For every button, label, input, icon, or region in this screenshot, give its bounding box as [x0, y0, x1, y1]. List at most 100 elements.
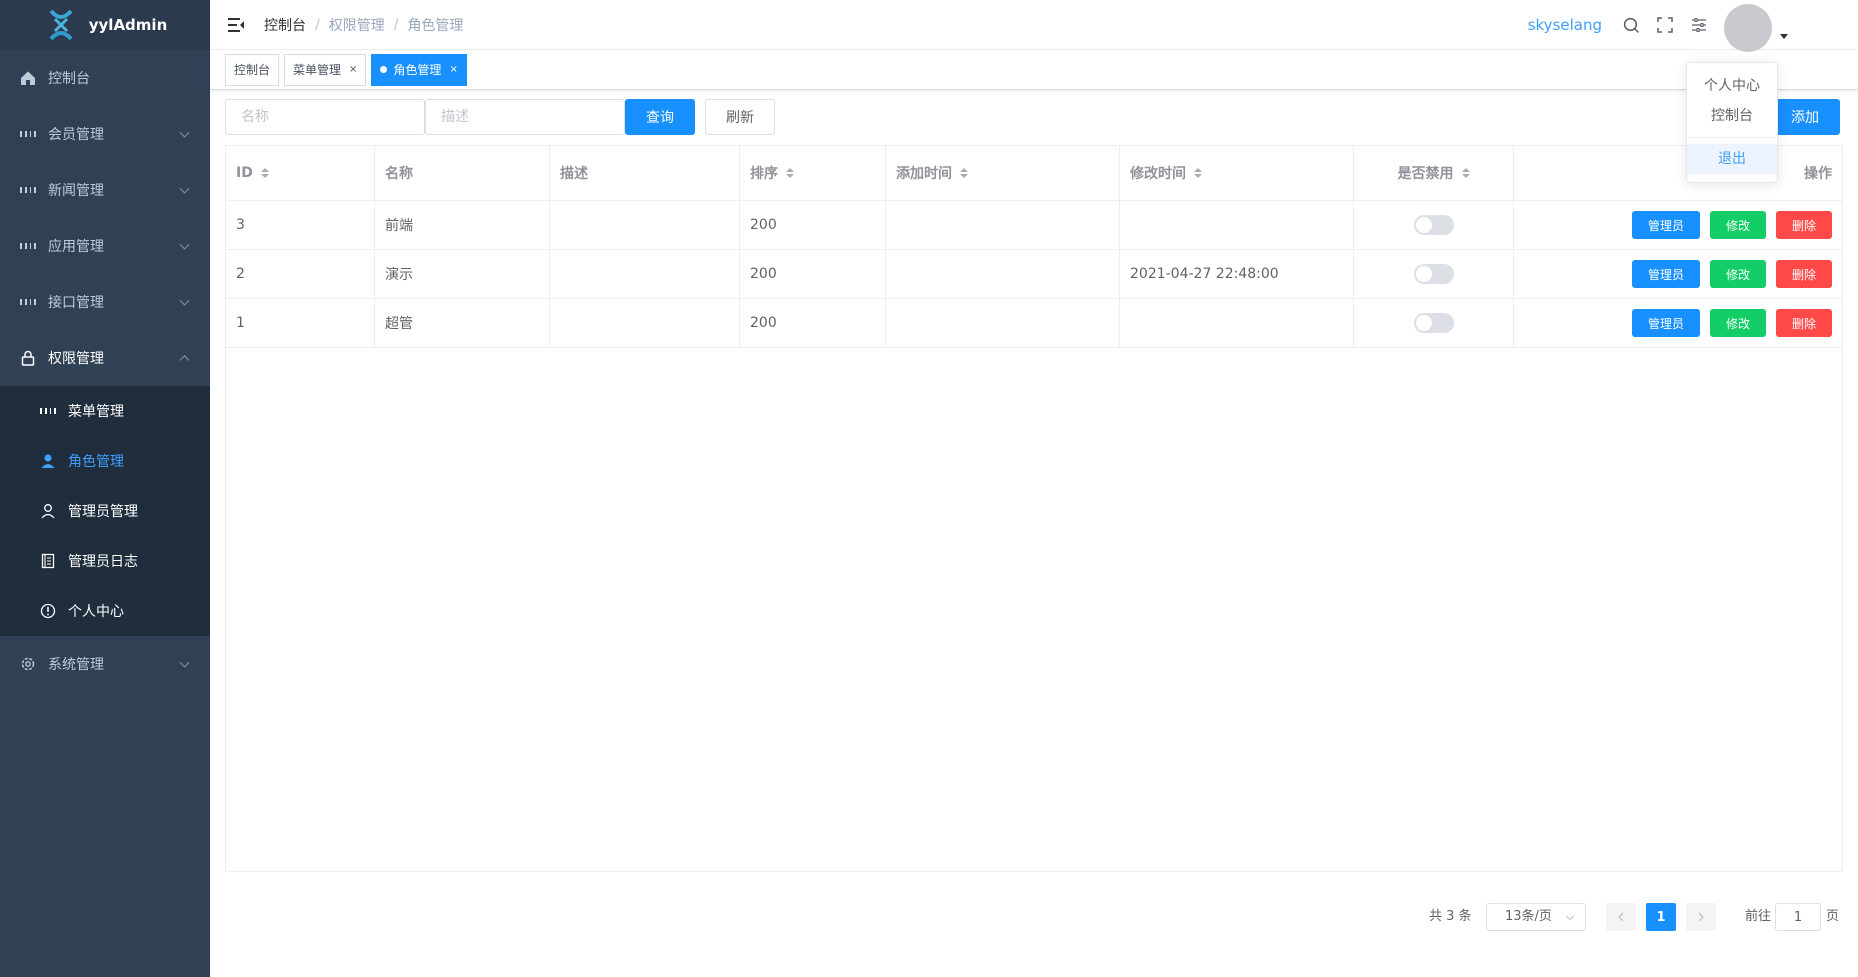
sidebar-item-apps[interactable]: 应用管理: [0, 218, 210, 274]
sidebar-item-label: 接口管理: [48, 295, 104, 311]
column-header-id[interactable]: ID: [226, 146, 375, 200]
page-size-select[interactable]: 13条/页: [1486, 903, 1586, 931]
disabled-toggle[interactable]: [1413, 313, 1454, 333]
sidebar-subitem-menus[interactable]: 菜单管理: [0, 386, 210, 436]
breadcrumb-separator: /: [393, 16, 399, 33]
cell-id: 3: [226, 201, 375, 249]
tag-dashboard[interactable]: 控制台: [225, 53, 280, 86]
username[interactable]: skyselang: [1528, 16, 1602, 34]
page-number-current[interactable]: 1: [1646, 903, 1676, 931]
sidebar-subitem-label: 管理员日志: [68, 554, 138, 570]
active-dot-icon: [380, 66, 388, 73]
delete-button[interactable]: 删除: [1776, 260, 1832, 288]
delete-button[interactable]: 删除: [1776, 309, 1832, 337]
sidebar-item-permissions[interactable]: 权限管理: [0, 330, 210, 386]
sort-icon[interactable]: [786, 168, 794, 178]
cell-actions: 管理员 修改 删除: [1514, 250, 1842, 298]
tag-roles[interactable]: 角色管理 ×: [371, 53, 467, 86]
table-row: 3 前端 200 管理员 修改 删除: [226, 201, 1842, 250]
close-icon[interactable]: ×: [449, 64, 457, 75]
cell-id: 2: [226, 250, 375, 298]
admin-button[interactable]: 管理员: [1632, 309, 1700, 337]
sidebar-subitem-label: 菜单管理: [68, 404, 124, 420]
avatar[interactable]: [1724, 4, 1772, 52]
roles-table: ID 名称 描述 排序 添加时间 修改时间 是否禁用 操作 3 前端 200 管…: [225, 145, 1843, 872]
chevron-down-icon: [179, 127, 190, 138]
edit-button[interactable]: 修改: [1710, 211, 1766, 239]
sidebar-item-members[interactable]: 会员管理: [0, 106, 210, 162]
chevron-down-icon: [179, 657, 190, 668]
goto-page-input[interactable]: [1775, 903, 1821, 931]
sort-icon[interactable]: [960, 168, 968, 178]
search-icon[interactable]: [1622, 16, 1640, 34]
grid-icon: [40, 403, 56, 419]
caret-down-icon[interactable]: [1780, 33, 1788, 39]
prev-page-button[interactable]: [1606, 903, 1636, 931]
cell-name: 前端: [375, 201, 550, 249]
user-filled-icon: [40, 453, 56, 469]
sidebar-subitem-profile[interactable]: 个人中心: [0, 586, 210, 636]
chevron-right-icon: [1698, 912, 1704, 922]
logo-text: yylAdmin: [88, 16, 168, 34]
sidebar-item-api[interactable]: 接口管理: [0, 274, 210, 330]
edit-button[interactable]: 修改: [1710, 260, 1766, 288]
description-search-input[interactable]: [425, 99, 625, 135]
column-header-update-time[interactable]: 修改时间: [1120, 146, 1354, 200]
delete-button[interactable]: 删除: [1776, 211, 1832, 239]
cell-name: 演示: [375, 250, 550, 298]
table-header: ID 名称 描述 排序 添加时间 修改时间 是否禁用 操作: [226, 146, 1842, 201]
column-header-disabled[interactable]: 是否禁用: [1354, 146, 1514, 200]
logo[interactable]: yylAdmin: [0, 0, 210, 50]
dropdown-divider: [1687, 137, 1777, 138]
dropdown-item-dashboard[interactable]: 控制台: [1687, 101, 1777, 131]
tag-menus[interactable]: 菜单管理 ×: [284, 53, 367, 86]
chevron-up-icon: [179, 355, 190, 366]
disabled-toggle[interactable]: [1413, 264, 1454, 284]
sort-icon[interactable]: [260, 168, 269, 178]
top-header: 控制台 / 权限管理 / 角色管理 skyselang: [210, 0, 1858, 52]
refresh-button[interactable]: 刷新: [705, 99, 775, 135]
close-icon[interactable]: ×: [349, 64, 357, 75]
column-header-actions: 操作: [1804, 166, 1832, 182]
add-button[interactable]: 添加: [1770, 99, 1840, 135]
grid-icon: [20, 238, 36, 254]
settings-sliders-icon[interactable]: [1690, 16, 1708, 34]
dropdown-item-profile[interactable]: 个人中心: [1687, 71, 1777, 101]
dropdown-item-logout[interactable]: 退出: [1687, 144, 1777, 174]
fullscreen-icon[interactable]: [1656, 16, 1674, 34]
document-icon: [40, 553, 56, 569]
next-page-button[interactable]: [1686, 903, 1716, 931]
sidebar-subitem-admin-logs[interactable]: 管理员日志: [0, 536, 210, 586]
breadcrumb-item: 角色管理: [407, 17, 464, 34]
grid-icon: [20, 294, 36, 310]
sidebar-subitem-roles[interactable]: 角色管理: [0, 436, 210, 486]
sidebar-item-dashboard[interactable]: 控制台: [0, 50, 210, 106]
name-search-input[interactable]: [225, 99, 425, 135]
cell-disabled: [1354, 201, 1514, 249]
disabled-toggle[interactable]: [1413, 215, 1454, 235]
cell-add-time: [886, 250, 1120, 298]
column-header-add-time[interactable]: 添加时间: [886, 146, 1120, 200]
edit-button[interactable]: 修改: [1710, 309, 1766, 337]
cell-actions: 管理员 修改 删除: [1514, 299, 1842, 347]
header-right: skyselang: [1528, 0, 1858, 52]
sidebar-item-system[interactable]: 系统管理: [0, 636, 210, 692]
admin-button[interactable]: 管理员: [1632, 211, 1700, 239]
table-row: 1 超管 200 管理员 修改 删除: [226, 299, 1842, 348]
column-header-sort[interactable]: 排序: [740, 146, 886, 200]
tag-label: 菜单管理: [293, 63, 342, 77]
cell-description: [550, 201, 740, 249]
sort-icon[interactable]: [1461, 168, 1470, 178]
breadcrumb-separator: /: [315, 16, 320, 33]
sidebar-item-news[interactable]: 新闻管理: [0, 162, 210, 218]
cell-sort: 200: [740, 299, 886, 347]
sidebar-subitem-admins[interactable]: 管理员管理: [0, 486, 210, 536]
sort-icon[interactable]: [1194, 168, 1202, 178]
hamburger-icon[interactable]: [228, 17, 244, 32]
breadcrumb-item[interactable]: 控制台: [264, 15, 306, 35]
query-button[interactable]: 查询: [625, 99, 695, 135]
sidebar-subitem-label: 角色管理: [68, 454, 124, 470]
admin-button[interactable]: 管理员: [1632, 260, 1700, 288]
cell-description: [550, 250, 740, 298]
pagination: 共 3 条 13条/页 1 前往 页: [0, 903, 1858, 931]
